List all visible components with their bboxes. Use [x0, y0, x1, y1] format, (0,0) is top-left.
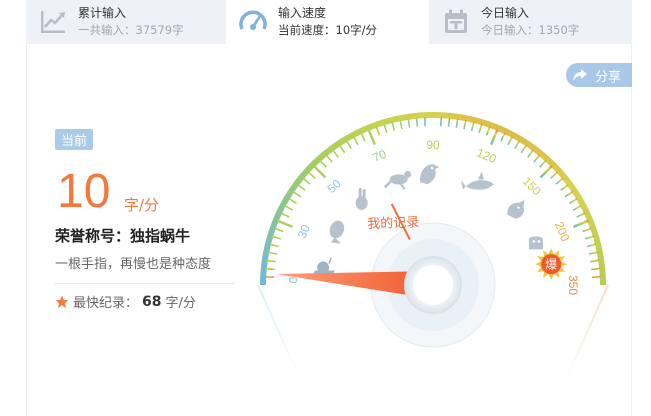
tab-total-title: 累计输入 [78, 6, 127, 20]
share-label: 分享 [595, 69, 622, 85]
divider [55, 283, 235, 284]
star-icon [55, 295, 69, 308]
share-button[interactable]: 分享 [566, 63, 632, 87]
tab-speed-sub: 当前速度：10字/分 [278, 23, 378, 37]
fastest-record: 最快纪录： 68 字/分 [55, 292, 196, 311]
calendar-icon [445, 9, 467, 33]
speedometer-icon [239, 10, 267, 30]
tab-total-input[interactable]: 累计输入 一共输入：37579字 [26, 0, 226, 44]
current-badge: 当前 [55, 129, 93, 150]
tab-today-input[interactable]: 今日输入 今日输入：1350字 [429, 0, 632, 44]
current-speed-unit: 字/分 [124, 196, 160, 214]
tab-input-speed[interactable]: 输入速度 当前速度：10字/分 [226, 0, 429, 44]
tab-today-title: 今日输入 [481, 6, 530, 20]
tab-today-sub: 今日输入：1350字 [481, 23, 580, 37]
record-value: 68 [142, 293, 162, 310]
stats-tabs: 累计输入 一共输入：37579字 输入速度 当前速度：10字/分 今日输入 今日… [26, 0, 632, 44]
share-arrow-icon [573, 69, 587, 81]
tab-speed-title: 输入速度 [278, 6, 327, 20]
record-label: 最快纪录： [73, 296, 139, 311]
honor-title: 荣誉称号：独指蜗牛 [55, 227, 191, 245]
chart-icon [41, 11, 65, 33]
tab-total-sub: 一共输入：37579字 [78, 23, 184, 37]
speed-card [26, 0, 632, 416]
record-unit: 字/分 [165, 296, 196, 311]
honor-motto: 一根手指，再慢也是种态度 [55, 257, 212, 272]
current-speed-value: 10 [57, 165, 111, 218]
